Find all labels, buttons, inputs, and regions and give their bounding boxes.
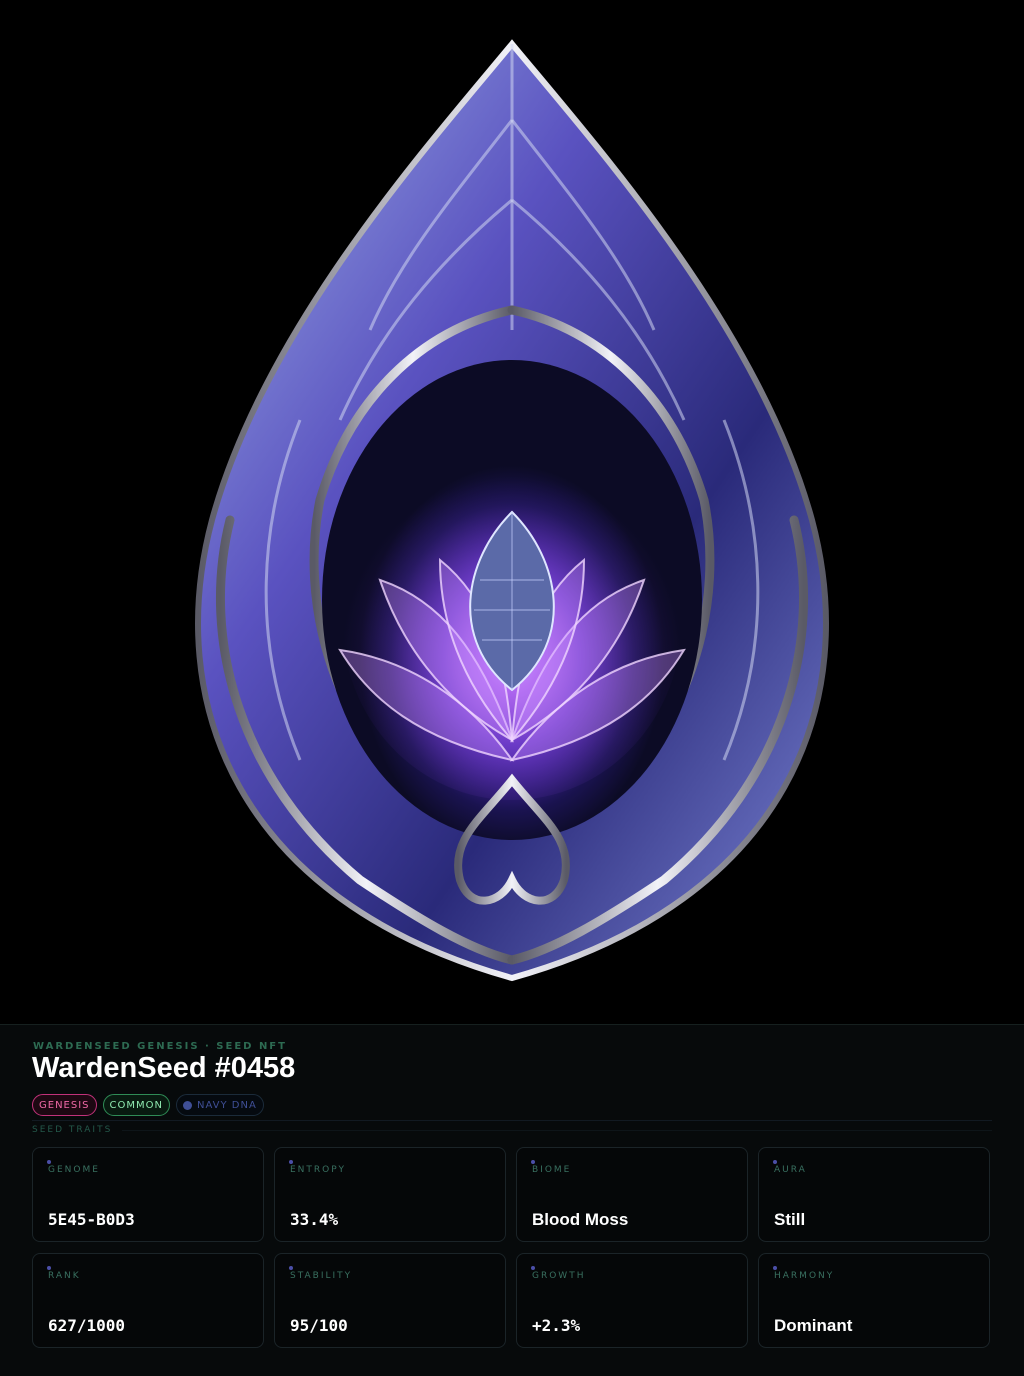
nft-details-panel: WARDENSEED GENESIS · SEED NFT WardenSeed… [0,1024,1024,1376]
genesis-tag: GENESIS [32,1094,97,1116]
trait-dot-icon [773,1266,777,1270]
trait-card-growth: GROWTH +2.3% [516,1253,748,1348]
trait-label: HARMONY [774,1271,835,1281]
divider [32,1120,992,1121]
trait-dot-icon [531,1266,535,1270]
trait-label: GENOME [48,1165,100,1175]
trait-value: 33.4% [290,1210,339,1229]
trait-label: RANK [48,1271,81,1281]
trait-value: +2.3% [532,1316,581,1335]
trait-dot-icon [289,1160,293,1164]
trait-dot-icon [531,1160,535,1164]
crystal-seed-image [195,39,829,982]
trait-label: ENTROPY [290,1165,346,1175]
tag-row: GENESIS COMMON NAVY DNA [32,1094,264,1116]
trait-value: Dominant [774,1316,853,1335]
trait-card-rank: RANK 627/1000 [32,1253,264,1348]
trait-label: AURA [774,1165,807,1175]
trait-value: Blood Moss [532,1210,629,1229]
trait-label: GROWTH [532,1271,586,1281]
trait-card-entropy: ENTROPY 33.4% [274,1147,506,1242]
trait-value: 95/100 [290,1316,348,1335]
trait-value: Still [774,1210,806,1229]
trait-label: BIOME [532,1165,572,1175]
trait-value: 5E45-B0D3 [48,1210,135,1229]
dna-tag: NAVY DNA [175,1094,264,1116]
trait-card-stability: STABILITY 95/100 [274,1253,506,1348]
trait-card-biome: BIOME Blood Moss [516,1147,748,1242]
nft-title: WardenSeed #0458 [32,1052,296,1084]
trait-card-harmony: HARMONY Dominant [758,1253,990,1348]
trait-card-aura: AURA Still [758,1147,990,1242]
collection-kicker: WARDENSEED GENESIS · SEED NFT [33,1041,287,1052]
trait-dot-icon [47,1266,51,1270]
traits-grid: GENOME 5E45-B0D3 ENTROPY 33.4% BIOME Blo… [32,1147,992,1348]
trait-dot-icon [47,1160,51,1164]
dna-tag-label: NAVY DNA [196,1099,257,1111]
trait-card-genome: GENOME 5E45-B0D3 [32,1147,264,1242]
trait-value: 627/1000 [48,1316,126,1335]
trait-dot-icon [773,1160,777,1164]
section-rule [122,1130,992,1131]
trait-dot-icon [289,1266,293,1270]
rarity-tag: COMMON [102,1094,170,1116]
rarity-tag-label: COMMON [109,1099,163,1111]
section-label: SEED TRAITS [32,1125,113,1135]
genesis-tag-label: GENESIS [39,1099,90,1111]
trait-label: STABILITY [290,1271,353,1281]
seed-artwork [0,0,1024,1024]
dna-dot-icon [182,1100,192,1110]
